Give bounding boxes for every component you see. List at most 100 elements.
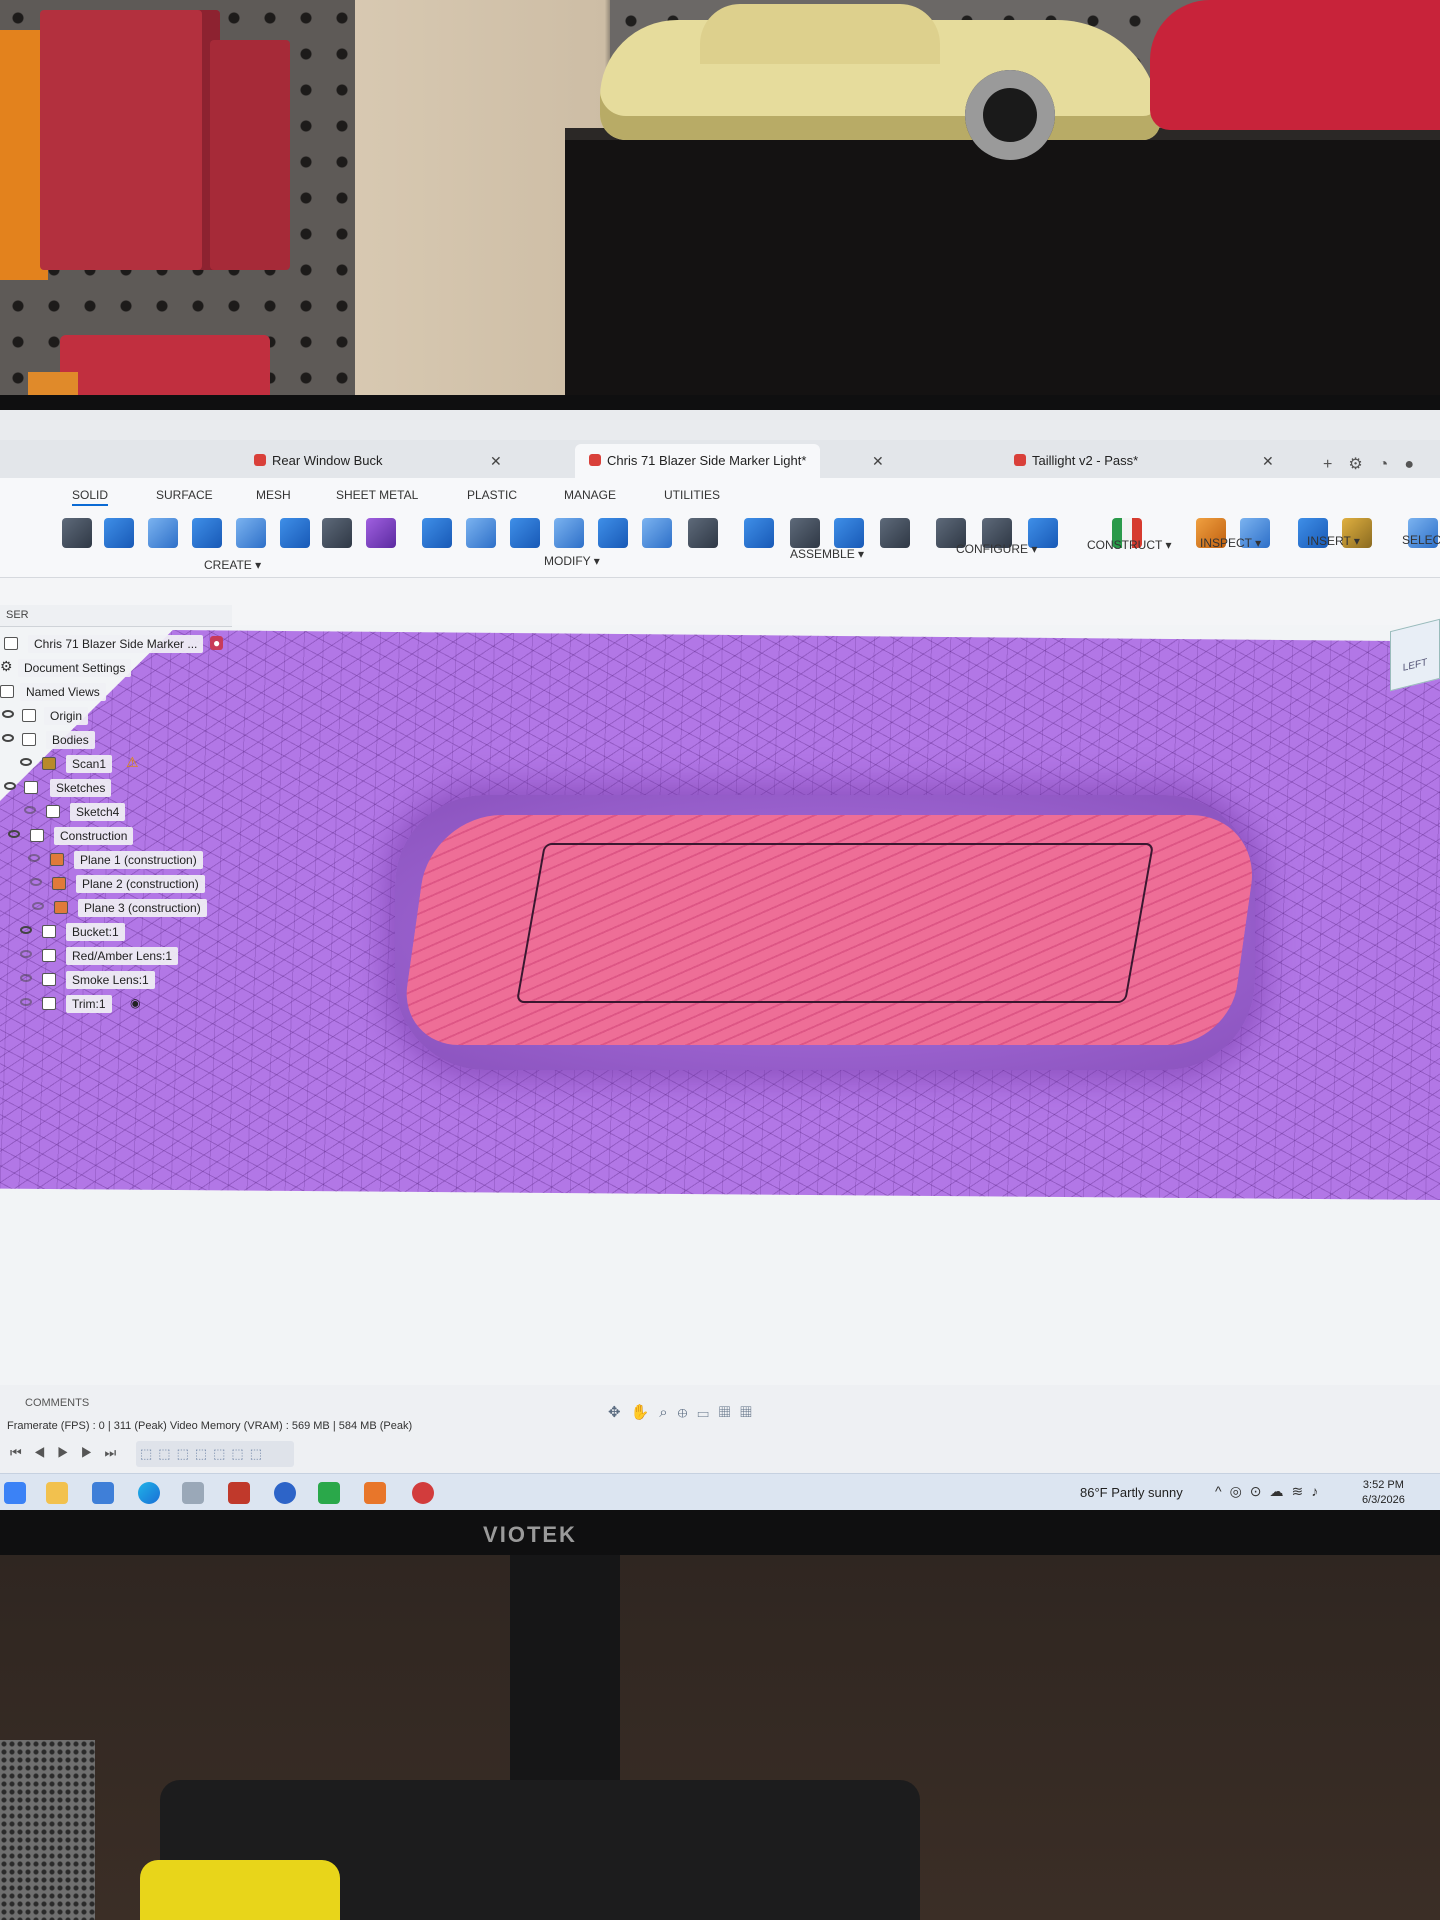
extrude-icon[interactable] — [104, 518, 134, 548]
ribbon-tab-surface[interactable]: SURFACE — [156, 488, 213, 502]
rigid-group-icon[interactable] — [880, 518, 910, 548]
visibility-icon[interactable] — [2, 734, 14, 742]
visibility-icon[interactable] — [32, 902, 44, 910]
activate-icon[interactable]: ◉ — [130, 996, 140, 1010]
group-insert[interactable]: INSERT ▾ — [1307, 534, 1360, 548]
app-icon[interactable] — [228, 1482, 250, 1504]
app-icon[interactable] — [182, 1482, 204, 1504]
ribbon-tab-sheet-metal[interactable]: SHEET METAL — [336, 488, 418, 502]
tab-label: Rear Window Buck — [272, 453, 383, 468]
ribbon-tab-manage[interactable]: MANAGE — [564, 488, 616, 502]
tree-item-sketch4[interactable]: Sketch4 — [0, 800, 240, 824]
tab-side-marker-light[interactable]: Chris 71 Blazer Side Marker Light* — [575, 444, 821, 478]
comments-label[interactable]: COMMENTS — [25, 1397, 89, 1409]
visibility-icon[interactable] — [8, 830, 20, 838]
document-icon — [1014, 454, 1026, 466]
visibility-icon[interactable] — [20, 950, 32, 958]
close-icon[interactable]: ✕ — [490, 453, 502, 470]
tree-item-label: Plane 1 (construction) — [74, 851, 203, 869]
clock[interactable]: 3:52 PM 6/3/2026 — [1362, 1478, 1405, 1508]
component-icon — [42, 997, 56, 1010]
rib-icon[interactable] — [280, 518, 310, 548]
visibility-icon[interactable] — [2, 710, 14, 718]
weather-widget[interactable]: 86°F Partly sunny — [1080, 1485, 1183, 1500]
revolve-icon[interactable] — [148, 518, 178, 548]
ribbon-tab-plastic[interactable]: PLASTIC — [467, 488, 517, 502]
viewcube[interactable]: LEFT — [1390, 618, 1440, 692]
loft-icon[interactable] — [236, 518, 266, 548]
close-icon[interactable]: ✕ — [1262, 453, 1274, 470]
leather-swatch-red-2 — [210, 40, 290, 270]
start-icon[interactable] — [4, 1482, 26, 1504]
fillet-icon[interactable] — [466, 518, 496, 548]
timeline-strip[interactable]: ⬚⬚⬚⬚⬚⬚⬚ — [136, 1441, 294, 1467]
edge-icon[interactable] — [138, 1482, 160, 1504]
tree-item-red-amber-lens[interactable]: Red/Amber Lens:1 — [0, 944, 240, 968]
tree-item-smoke-lens[interactable]: Smoke Lens:1 — [0, 968, 240, 992]
visibility-icon[interactable] — [20, 926, 32, 934]
app-icon[interactable] — [318, 1482, 340, 1504]
group-assemble[interactable]: ASSEMBLE ▾ — [790, 547, 864, 561]
tree-root[interactable]: Chris 71 Blazer Side Marker ... ● — [0, 632, 240, 656]
visibility-icon[interactable] — [20, 998, 32, 1006]
component-icon — [42, 973, 56, 986]
app-icon[interactable] — [274, 1482, 296, 1504]
group-configure[interactable]: CONFIGURE ▾ — [956, 542, 1037, 556]
system-tray-icons[interactable]: ^◎⊙☁≋♪ — [1215, 1483, 1326, 1500]
store-icon[interactable] — [92, 1482, 114, 1504]
sweep-icon[interactable] — [192, 518, 222, 548]
group-construct[interactable]: CONSTRUCT ▾ — [1087, 538, 1171, 552]
tree-item-bucket[interactable]: Bucket:1 — [0, 920, 240, 944]
close-icon[interactable]: ✕ — [872, 453, 884, 470]
ribbon-tab-utilities[interactable]: UTILITIES — [664, 488, 720, 502]
timeline-controls[interactable]: ⏮◀▶▶⏭ — [10, 1445, 128, 1461]
group-inspect[interactable]: INSPECT ▾ — [1200, 536, 1261, 550]
press-pull-icon[interactable] — [422, 518, 452, 548]
tree-item-origin[interactable]: Origin — [0, 704, 240, 728]
navigation-bar-icons[interactable]: ✥✋⌕⊕▭▦▦ — [608, 1403, 762, 1421]
tree-item-document-settings[interactable]: ⚙ Document Settings — [0, 656, 240, 680]
split-icon[interactable] — [642, 518, 672, 548]
visibility-icon[interactable] — [28, 854, 40, 862]
new-joint-icon[interactable] — [744, 518, 774, 548]
group-create[interactable]: CREATE ▾ — [204, 558, 261, 572]
tree-item-plane3[interactable]: Plane 3 (construction) — [0, 896, 240, 920]
photo-scene: VIOTEK Rear Window Buck ✕ Chris 71 Blaze… — [0, 0, 1440, 1920]
tree-item-bodies[interactable]: Bodies — [0, 728, 240, 752]
group-modify[interactable]: MODIFY ▾ — [544, 554, 600, 568]
as-built-joint-icon[interactable] — [790, 518, 820, 548]
record-icon[interactable]: ● — [210, 636, 224, 650]
tab-rear-window-buck[interactable]: Rear Window Buck — [240, 444, 397, 478]
ribbon-tab-mesh[interactable]: MESH — [256, 488, 291, 502]
new-component-icon[interactable] — [366, 518, 396, 548]
tree-item-trim[interactable]: Trim:1 ◉ — [0, 992, 240, 1016]
shell-icon[interactable] — [554, 518, 584, 548]
monitor-stand — [510, 1555, 620, 1785]
visibility-icon[interactable] — [30, 878, 42, 886]
monitor-screen: Rear Window Buck ✕ Chris 71 Blazer Side … — [0, 410, 1440, 1510]
visibility-icon[interactable] — [20, 758, 32, 766]
toolbar-right-icons[interactable]: +⚙◔● — [1323, 454, 1430, 474]
combine-icon[interactable] — [598, 518, 628, 548]
tree-item-construction[interactable]: Construction — [0, 824, 240, 848]
ribbon-tab-solid[interactable]: SOLID — [72, 488, 109, 506]
pattern-icon[interactable] — [322, 518, 352, 548]
visibility-icon[interactable] — [24, 806, 36, 814]
tree-item-named-views[interactable]: Named Views — [0, 680, 240, 704]
fusion-icon[interactable] — [364, 1482, 386, 1504]
tree-item-scan1[interactable]: Scan1 ⚠ — [0, 752, 240, 776]
browser-tree: Chris 71 Blazer Side Marker ... ● ⚙ Docume… — [0, 632, 240, 1016]
visibility-icon[interactable] — [20, 974, 32, 982]
group-select[interactable]: SELEC — [1402, 533, 1440, 547]
visibility-icon[interactable] — [4, 782, 16, 790]
move-icon[interactable] — [688, 518, 718, 548]
chamfer-icon[interactable] — [510, 518, 540, 548]
tree-item-sketches[interactable]: Sketches — [0, 776, 240, 800]
tree-item-plane1[interactable]: Plane 1 (construction) — [0, 848, 240, 872]
tab-taillight[interactable]: Taillight v2 - Pass* — [1000, 444, 1152, 478]
joint-origin-icon[interactable] — [834, 518, 864, 548]
file-explorer-icon[interactable] — [46, 1482, 68, 1504]
tree-item-plane2[interactable]: Plane 2 (construction) — [0, 872, 240, 896]
app-icon[interactable] — [412, 1482, 434, 1504]
create-sketch-icon[interactable] — [62, 518, 92, 548]
